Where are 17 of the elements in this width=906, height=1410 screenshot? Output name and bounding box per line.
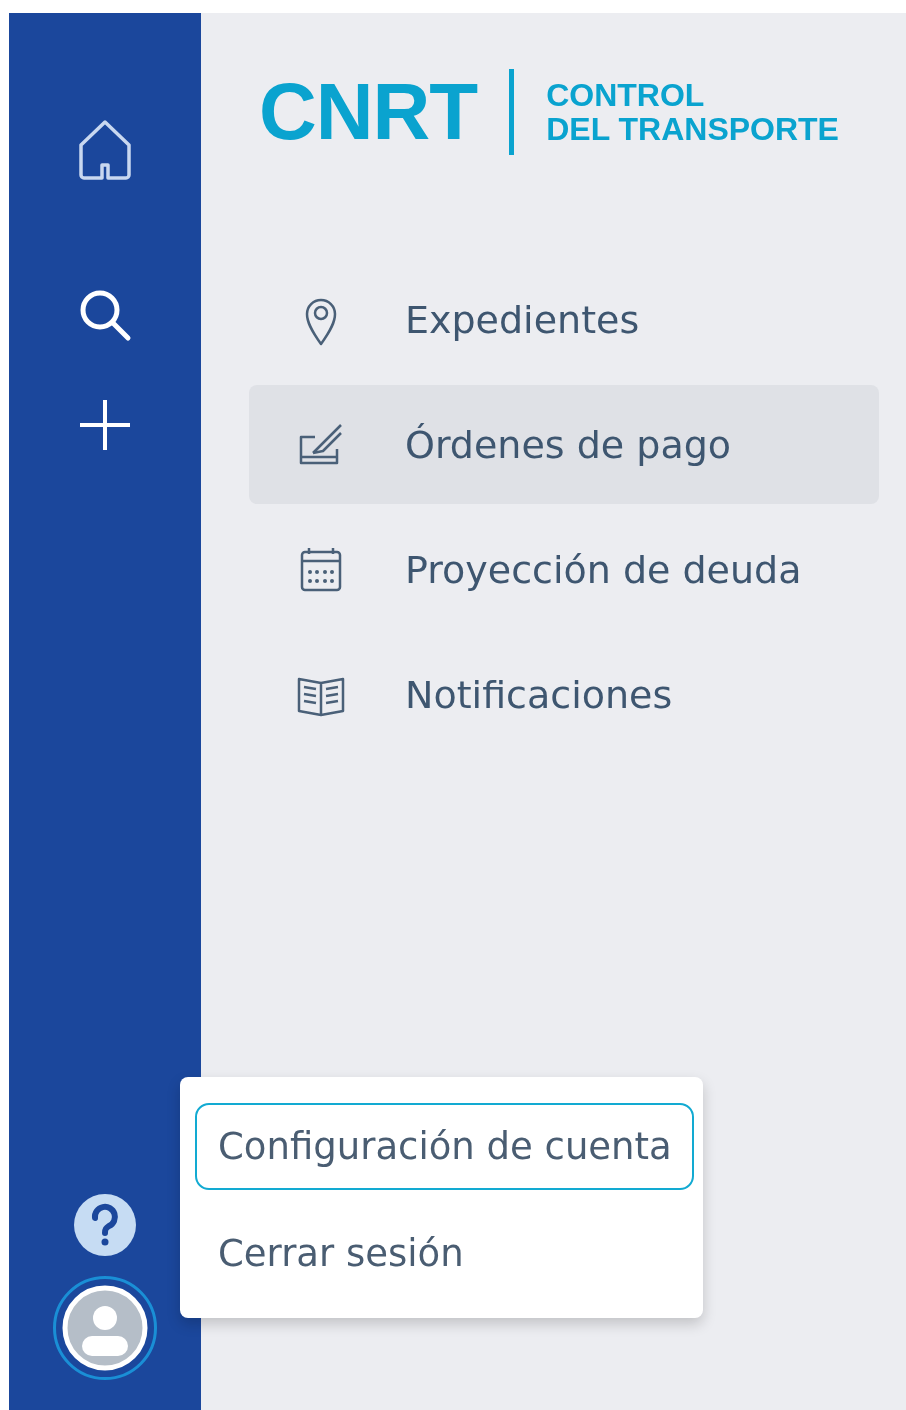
logo-tagline: DEL TRANSPORTE [546, 112, 839, 146]
nav-item[interactable]: Órdenes de pago [249, 385, 879, 504]
menu-item[interactable]: Configuración de cuenta [195, 1103, 694, 1190]
nav-label: Notificaciones [405, 672, 673, 717]
nav-label: Proyección de deuda [405, 547, 802, 592]
logo-tagline: CONTROL [546, 78, 706, 112]
user-silhouette-icon [62, 1285, 148, 1371]
nav-item[interactable]: Notificaciones [249, 635, 879, 754]
menu-item[interactable]: Cerrar sesión [195, 1210, 694, 1297]
help-icon[interactable] [74, 1194, 136, 1256]
nav-item[interactable]: Expedientes [249, 260, 879, 379]
nav-label: Órdenes de pago [405, 422, 732, 467]
logo-acronym: CNRT [259, 72, 478, 152]
nav-label: Expedientes [405, 297, 640, 342]
nav-item[interactable]: Proyección de deuda [249, 510, 879, 629]
home-icon[interactable] [77, 119, 133, 181]
plus-icon[interactable] [77, 397, 133, 453]
